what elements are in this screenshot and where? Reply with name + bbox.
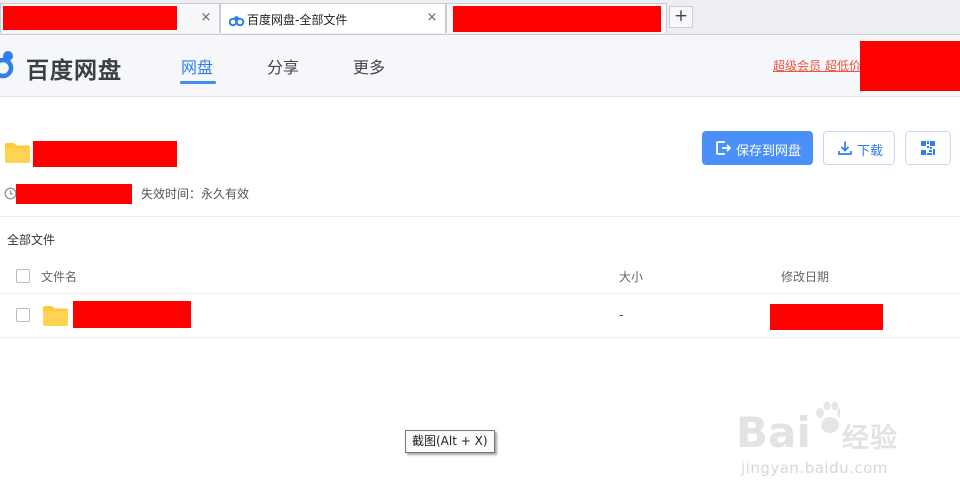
tab-close-icon[interactable]: ×: [425, 10, 439, 25]
save-to-disk-button[interactable]: 保存到网盘: [702, 131, 813, 165]
browser-tab-bar: × 百度网盘-全部文件 × +: [0, 0, 960, 35]
download-label: 下载: [857, 144, 884, 159]
column-header-name[interactable]: 文件名: [41, 268, 77, 285]
table-row-divider: [0, 337, 960, 338]
redacted-share-title: [33, 141, 177, 167]
nav-item-share[interactable]: 分享: [267, 54, 299, 78]
column-header-modified[interactable]: 修改日期: [781, 268, 829, 285]
vip-promo-link[interactable]: 超级会员 超低价: [773, 57, 861, 74]
redacted-tab-title: [453, 6, 661, 32]
select-all-checkbox[interactable]: [16, 269, 30, 283]
column-header-size[interactable]: 大小: [619, 268, 643, 285]
nav-item-netdisk[interactable]: 网盘: [181, 54, 213, 78]
browser-tab-3[interactable]: [446, 3, 667, 33]
redacted-user-area: [860, 41, 960, 91]
brand-name[interactable]: 百度网盘: [26, 51, 122, 85]
download-icon: [837, 140, 853, 160]
save-to-disk-label: 保存到网盘: [736, 144, 802, 159]
nav-active-indicator: [180, 81, 216, 84]
screenshot-tooltip: 截图(Alt + X): [405, 430, 495, 453]
baidu-paw-watermark-icon: Bai: [736, 395, 845, 459]
new-tab-button[interactable]: +: [669, 6, 693, 28]
browser-tab-2[interactable]: 百度网盘-全部文件 ×: [220, 3, 446, 33]
browser-tab-1[interactable]: ×: [0, 3, 220, 33]
folder-icon: [42, 305, 69, 331]
app-header: 百度网盘 网盘 分享 更多 超级会员 超低价: [0, 35, 960, 97]
watermark-text: 经验: [842, 423, 898, 454]
nav-item-more[interactable]: 更多: [353, 54, 385, 78]
baidu-netdisk-logo-icon: [228, 12, 245, 31]
redacted-modified-date: [770, 304, 883, 330]
watermark-url: jingyan.baidu.com: [741, 459, 888, 477]
redacted-tab-title: [3, 6, 177, 30]
redacted-file-name: [73, 301, 191, 328]
expire-time-label: 失效时间：永久有效: [141, 187, 250, 201]
qr-code-button[interactable]: [905, 131, 951, 165]
download-button[interactable]: 下载: [823, 131, 895, 165]
folder-icon: [4, 142, 31, 168]
save-to-disk-icon: [715, 140, 732, 160]
tab-close-icon[interactable]: ×: [199, 10, 213, 25]
section-divider: [0, 216, 960, 217]
redacted-share-date: [16, 184, 132, 204]
baidu-netdisk-logo-icon[interactable]: [0, 48, 22, 84]
tab-title: 百度网盘-全部文件: [247, 13, 348, 27]
breadcrumb[interactable]: 全部文件: [7, 231, 55, 248]
table-header-divider: [0, 293, 960, 294]
qr-code-icon: [920, 140, 936, 160]
row-checkbox[interactable]: [16, 308, 30, 322]
svg-text:Bai: Bai: [736, 408, 811, 455]
file-size: -: [619, 308, 624, 323]
